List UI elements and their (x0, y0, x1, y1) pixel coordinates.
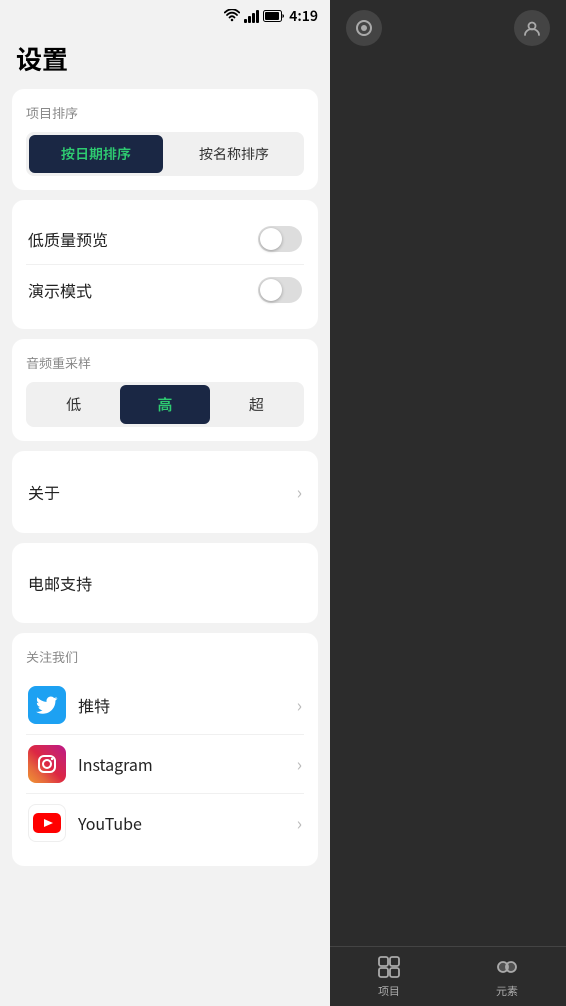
resample-high-button[interactable]: 高 (120, 385, 209, 424)
resample-section: 音频重采样 低 高 超 (12, 339, 318, 441)
twitter-label: 推特 (78, 693, 297, 717)
sort-buttons: 按日期排序 按名称排序 (26, 132, 304, 176)
about-section[interactable]: 关于 › (12, 451, 318, 533)
elements-icon (494, 954, 520, 980)
right-sound-icon[interactable] (346, 10, 382, 46)
bottom-nav: 项目 元素 (330, 946, 566, 1006)
about-row[interactable]: 关于 › (26, 465, 304, 519)
instagram-icon (28, 745, 66, 783)
email-label: 电邮支持 (28, 571, 92, 595)
follow-section-label: 关注我们 (26, 647, 304, 666)
youtube-icon (28, 804, 66, 842)
status-time: 4:19 (289, 6, 318, 26)
demo-mode-row: 演示模式 (26, 264, 304, 315)
page-title: 设置 (0, 32, 330, 89)
status-icons: 4:19 (224, 6, 318, 26)
twitter-item[interactable]: 推特 › (26, 676, 304, 734)
nav-projects-label: 项目 (378, 983, 400, 999)
right-top-icons (330, 0, 566, 56)
low-quality-label: 低质量预览 (28, 227, 108, 251)
nav-projects[interactable]: 项目 (376, 954, 402, 999)
instagram-label: Instagram (78, 752, 297, 776)
about-chevron: › (297, 479, 302, 505)
resample-buttons: 低 高 超 (26, 382, 304, 427)
youtube-chevron: › (297, 810, 302, 836)
email-section[interactable]: 电邮支持 (12, 543, 318, 623)
status-bar: 4:19 (0, 0, 330, 32)
twitter-icon (28, 686, 66, 724)
low-quality-row: 低质量预览 (26, 214, 304, 264)
sort-by-date-button[interactable]: 按日期排序 (29, 135, 163, 173)
nav-elements-label: 元素 (496, 983, 518, 999)
nav-elements[interactable]: 元素 (494, 954, 520, 999)
follow-section: 关注我们 推特 › Instagram › (12, 633, 318, 866)
demo-mode-label: 演示模式 (28, 278, 92, 302)
battery-icon (263, 10, 285, 22)
left-panel: 4:19 设置 项目排序 按日期排序 按名称排序 低质量预览 演示模式 音频重采… (0, 0, 330, 1006)
toggles-section: 低质量预览 演示模式 (12, 200, 318, 329)
sort-by-name-button[interactable]: 按名称排序 (167, 135, 301, 173)
youtube-item[interactable]: YouTube › (26, 793, 304, 852)
projects-icon (376, 954, 402, 980)
signal-icon (244, 9, 259, 23)
right-profile-icon[interactable] (514, 10, 550, 46)
right-panel: 项目 元素 (330, 0, 566, 1006)
twitter-chevron: › (297, 692, 302, 718)
resample-low-button[interactable]: 低 (29, 385, 118, 424)
instagram-item[interactable]: Instagram › (26, 734, 304, 793)
instagram-chevron: › (297, 751, 302, 777)
sort-section: 项目排序 按日期排序 按名称排序 (12, 89, 318, 190)
resample-super-button[interactable]: 超 (212, 385, 301, 424)
wifi-icon (224, 9, 240, 23)
demo-mode-toggle[interactable] (258, 277, 302, 303)
sort-section-label: 项目排序 (26, 103, 304, 122)
email-row[interactable]: 电邮支持 (26, 557, 304, 609)
youtube-label: YouTube (78, 811, 297, 835)
low-quality-toggle[interactable] (258, 226, 302, 252)
about-label: 关于 (28, 480, 60, 504)
resample-label: 音频重采样 (26, 353, 304, 372)
